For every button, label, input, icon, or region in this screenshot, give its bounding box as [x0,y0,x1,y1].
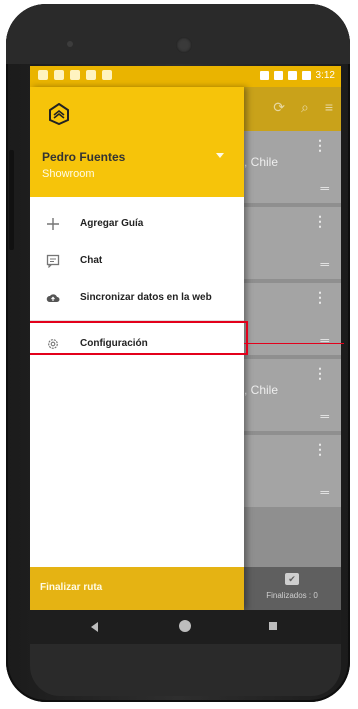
user-name: Pedro Fuentes [42,150,126,164]
menu-item-configuracion[interactable]: Configuración [30,321,248,362]
wifi-icon [273,71,283,80]
drag-handle-icon[interactable]: ═ [320,485,329,499]
gear-icon [48,338,58,349]
drag-handle-icon[interactable]: ═ [320,257,329,271]
user-role: Showroom [42,168,95,180]
drawer-menu: Agregar Guía Chat Sincronizar datos en l… [30,197,248,362]
account-dropdown-icon[interactable] [216,153,224,158]
status-bar: 3:12 [30,66,341,87]
drawer-header: Pedro Fuentes Showroom [30,87,244,197]
menu-item-label: Configuración [80,338,148,349]
phone-top-bezel [6,4,350,64]
plus-icon [47,217,59,230]
menu-item-agregar-guia[interactable]: Agregar Guía [30,205,244,242]
screen: 3:12 ⟳ ⌕ ≡ , Chile ⋮ ═ ⋮ ═ ⋮ ═ , Chile ⋮… [30,66,341,610]
cloud-upload-icon [46,293,60,302]
phone-bottom-bezel [30,644,341,696]
overflow-menu-icon[interactable]: ⋮ [313,137,327,154]
finalizados-button[interactable]: ✔ Finalizados : 0 [243,567,341,610]
signal-icon [287,71,297,80]
sensor-dot [67,41,73,47]
clock: 3:12 [315,70,335,81]
system-status: 3:12 [259,70,335,81]
finalizar-ruta-button[interactable]: Finalizar ruta [30,567,244,610]
notification-icons [38,70,112,80]
navigation-drawer: Pedro Fuentes Showroom Agregar Guía Chat [30,87,248,610]
home-icon[interactable] [179,620,191,632]
menu-item-sincronizar[interactable]: Sincronizar datos en la web [30,279,244,316]
item-location: , Chile [244,383,279,397]
notification-icon [38,70,48,80]
overflow-menu-icon[interactable]: ⋮ [313,289,327,306]
chat-icon [46,254,60,268]
menu-item-label: Chat [80,255,103,266]
back-icon[interactable] [91,622,98,632]
notification-icon [54,70,64,80]
location-icon [259,71,269,80]
finalizados-label: Finalizados : 0 [266,591,318,600]
drag-handle-icon[interactable]: ═ [320,333,329,347]
front-camera [176,37,192,53]
annotation-line [244,343,344,344]
check-icon: ✔ [285,573,299,585]
menu-item-label: Sincronizar datos en la web [80,292,212,303]
item-location: , Chile [244,155,279,169]
volume-button [9,150,14,250]
notification-icon [70,70,80,80]
brand-logo-icon [49,103,69,125]
drag-handle-icon[interactable]: ═ [320,409,329,423]
finalizar-ruta-label: Finalizar ruta [40,582,103,593]
notification-icon [86,70,96,80]
sync-icon[interactable]: ⟳ [273,99,285,116]
overflow-menu-icon[interactable]: ⋮ [313,441,327,458]
filter-list-icon[interactable]: ≡ [325,99,333,116]
overflow-menu-icon[interactable]: ⋮ [313,213,327,230]
system-nav-bar [30,610,341,644]
overflow-menu-icon[interactable]: ⋮ [313,365,327,382]
recent-apps-icon[interactable] [269,622,277,630]
search-icon[interactable]: ⌕ [301,99,309,116]
drag-handle-icon[interactable]: ═ [320,181,329,195]
battery-icon [301,71,311,80]
menu-item-label: Agregar Guía [80,218,144,229]
menu-item-chat[interactable]: Chat [30,242,244,279]
notification-icon [102,70,112,80]
